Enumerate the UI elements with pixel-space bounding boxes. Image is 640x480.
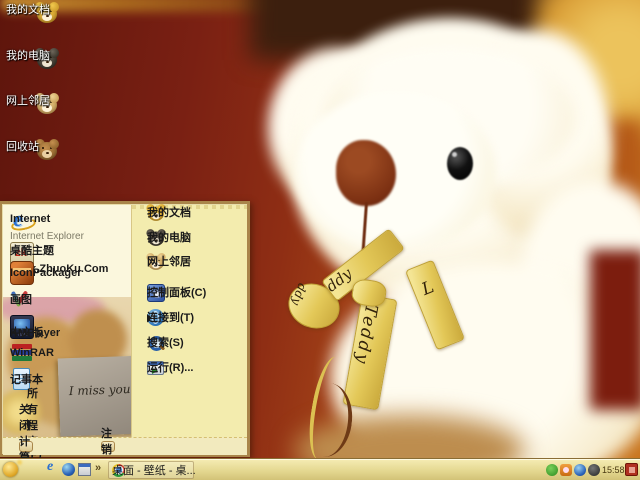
menu-item-label: 我的电脑 xyxy=(147,232,191,244)
start-menu: I miss you Internet Internet Explorer 桌酷… xyxy=(0,201,356,480)
ribbon-text-teddy: Teddy xyxy=(350,302,382,367)
menu-item-connect-to[interactable]: 连接到(T) xyxy=(140,309,246,326)
taskbar: » 桌面 - 壁纸 - 桌... 15:58 xyxy=(0,458,640,480)
submenu-arrow-icon xyxy=(147,314,152,322)
tray-volume-icon[interactable] xyxy=(588,464,600,476)
desktop: ddy ddy L Teddy 我的文档 我的电脑 网上邻居 回收站 I mis… xyxy=(0,0,640,480)
menu-item-label: WinRAR xyxy=(10,347,54,359)
start-button[interactable] xyxy=(3,462,18,477)
menu-item-label: 我的文档 xyxy=(147,207,191,219)
ribbon-text-fragment: ddy xyxy=(288,281,310,308)
bear-eye xyxy=(447,147,473,180)
menu-item-paint[interactable]: 画图 xyxy=(3,294,131,306)
menu-item-label: 网上邻居 xyxy=(147,256,191,268)
taskbar-clock: 15:58 xyxy=(602,465,625,475)
menu-item-label: Internet xyxy=(10,213,51,225)
menu-item-control-panel[interactable]: 控制面板(C) xyxy=(140,284,246,302)
bear-nose xyxy=(336,140,396,206)
menu-item-my-documents[interactable]: 我的文档 xyxy=(140,204,246,221)
photo-card-text: I miss you xyxy=(68,382,131,399)
tray-messenger-icon[interactable] xyxy=(546,464,558,476)
quicklaunch-media-player-icon[interactable] xyxy=(62,463,75,476)
menu-item-label-suffix: 中文版 xyxy=(10,327,43,339)
menu-item-label: IconPackager xyxy=(10,267,82,279)
menu-item-label: 控制面板(C) xyxy=(147,287,207,299)
ribbon-text-letter: L xyxy=(418,277,437,300)
taskbar-task-button[interactable]: 桌面 - 壁纸 - 桌... xyxy=(108,461,196,479)
menu-item-kmplayer[interactable]: KMPlayer 中文版 xyxy=(3,315,131,339)
quicklaunch-show-desktop-icon[interactable] xyxy=(78,463,91,476)
menu-item-label: 运行(R)... xyxy=(147,362,194,374)
menu-item-label: 搜索(S) xyxy=(147,337,184,349)
desktop-icon-label: 回收站 xyxy=(6,141,39,153)
menu-item-label: 桌酷主题 xyxy=(10,245,54,257)
menu-item-label: 连接到(T) xyxy=(147,312,195,324)
desktop-icon-label: 我的电脑 xyxy=(6,50,50,62)
desktop-icon-label: 我的文档 xyxy=(6,4,50,16)
background-maroon-right xyxy=(590,250,640,410)
start-menu-inner: I miss you Internet Internet Explorer 桌酷… xyxy=(2,204,356,480)
tray-language-icon[interactable] xyxy=(625,463,638,476)
tray-network-icon[interactable] xyxy=(574,464,586,476)
menu-item-label: 画图 xyxy=(10,294,32,306)
menu-item-network-places[interactable]: 网上邻居 xyxy=(140,253,246,270)
task-button-label: 桌面 - 壁纸 - 桌... xyxy=(112,465,196,477)
menu-item-run[interactable]: 运行(R)... xyxy=(140,361,246,375)
photo-card: I miss you xyxy=(57,355,131,437)
quicklaunch-internet-explorer-icon[interactable] xyxy=(46,459,59,476)
menu-item-my-computer[interactable]: 我的电脑 xyxy=(140,229,246,246)
menu-item-notepad[interactable]: 记事本 xyxy=(3,368,131,390)
menu-item-search[interactable]: 搜索(S) xyxy=(140,336,246,351)
start-menu-bottom-bar: 注销(L) 关闭计算机(U) xyxy=(3,404,247,480)
desktop-icon-label: 网上邻居 xyxy=(6,95,50,107)
menu-item-iconpackager[interactable]: IconPackager xyxy=(3,261,131,285)
start-menu-right-column: 我的文档 我的电脑 网上邻居 控制面板(C) 连接到(T) 搜索(S) 运行(R… xyxy=(131,204,356,460)
start-button-sparkle xyxy=(17,460,22,465)
menu-item-internet[interactable]: Internet Internet Explorer xyxy=(3,206,131,242)
quicklaunch-chevron[interactable]: » xyxy=(95,462,101,474)
menu-item-winrar[interactable]: WinRAR xyxy=(3,344,131,359)
tray-qq-icon[interactable] xyxy=(560,464,572,476)
menu-item-sublabel: Internet Explorer xyxy=(10,231,84,242)
